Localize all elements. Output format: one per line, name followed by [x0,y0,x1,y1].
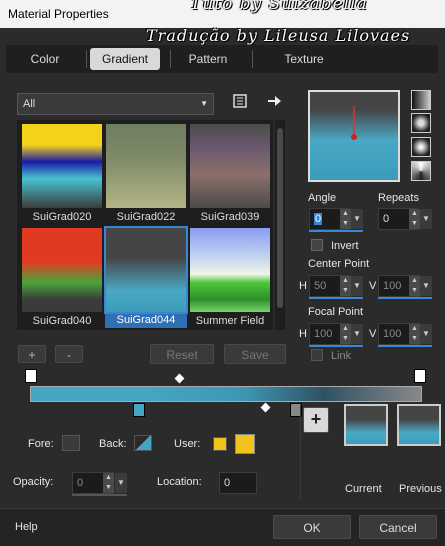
gradient-thumb-suigrad039[interactable] [190,124,270,208]
tab-color[interactable]: Color [14,48,76,70]
center-v-dropdown-icon[interactable]: ▼ [420,276,432,296]
gradient-stop-top-right[interactable] [414,369,426,383]
gradient-label: Summer Field [195,315,265,327]
center-v-label: V [369,280,377,292]
focal-h-slider[interactable] [309,345,363,347]
remove-button[interactable]: - [55,345,83,363]
opacity-stepper[interactable]: ▲ ▼ [103,473,114,493]
tab-separator [170,50,171,68]
opacity-label: Opacity: [13,476,54,488]
focal-v-slider[interactable] [378,345,432,347]
gradient-label-selected: SuiGrad044 [105,314,187,328]
center-h-stepper[interactable]: ▲ ▼ [340,276,351,296]
focal-v-stepper[interactable]: ▲ ▼ [409,324,420,344]
center-h-label: H [299,280,307,292]
ok-button[interactable]: OK [273,515,351,539]
gradient-label: SuiGrad022 [116,211,176,223]
focal-point-label: Focal Point [308,306,364,318]
link-checkbox[interactable] [311,349,323,361]
angle-dropdown-icon[interactable]: ▼ [351,209,363,229]
repeats-stepper[interactable]: ▲ ▼ [409,209,420,229]
watermark-line-2: Tradução by Lileusa Lilovaes [146,26,411,45]
center-point-label: Center Point [308,258,370,270]
previous-preview[interactable] [397,404,441,446]
tab-separator [86,50,87,68]
watermark-line-1: Tuto by Suizabella [190,0,368,14]
focal-h-stepper[interactable]: ▲ ▼ [340,324,351,344]
gradient-stop-top-left[interactable] [25,369,37,383]
rectangular-style-icon[interactable] [411,113,431,133]
transparency-midpoint[interactable] [174,373,185,384]
gradient-label: SuiGrad039 [200,211,260,223]
add-button[interactable]: + [18,345,46,363]
link-label: Link [331,350,352,362]
center-h-dropdown-icon[interactable]: ▼ [351,276,363,296]
current-label: Current [345,483,382,495]
gradient-thumb-suigrad022[interactable] [106,124,186,208]
gradient-thumb-suigrad020[interactable] [22,124,102,208]
scrollbar-thumb[interactable] [277,128,283,308]
location-label: Location: [157,476,202,488]
category-dropdown[interactable]: All ▼ [17,93,214,115]
direction-needle-icon[interactable] [310,92,398,180]
center-v-stepper[interactable]: ▲ ▼ [409,276,420,296]
book-icon[interactable] [232,93,248,111]
angle-value: 0 [314,213,323,225]
gradient-editor-bar[interactable] [30,386,422,402]
fore-label: Fore: [28,438,54,450]
gradient-thumb-summer-field[interactable] [190,228,270,312]
opacity-dropdown-icon[interactable]: ▼ [115,473,127,493]
invert-checkbox[interactable] [311,239,323,251]
back-swatch[interactable] [134,435,152,451]
opacity-slider[interactable] [72,494,127,496]
tab-texture[interactable]: Texture [270,48,338,70]
gradient-stop-bottom-blue[interactable] [133,403,145,417]
previous-label: Previous [399,483,442,495]
gradient-thumb-suigrad040[interactable] [22,228,102,312]
center-v-slider[interactable] [378,297,432,299]
gradient-preview[interactable] [308,90,400,182]
current-preview[interactable] [344,404,388,446]
focal-h-dropdown-icon[interactable]: ▼ [351,324,363,344]
tab-pattern[interactable]: Pattern [174,48,242,70]
focal-h-label: H [299,328,307,340]
invert-label: Invert [331,240,359,252]
tab-bar: Color Gradient Pattern Texture [6,45,438,73]
gradient-label: SuiGrad020 [32,211,92,223]
category-value: All [23,98,36,110]
divider [300,405,301,500]
help-link[interactable]: Help [15,521,38,533]
save-button[interactable]: Save [224,344,286,364]
gradient-thumb-suigrad044[interactable] [104,226,188,314]
radial-style-icon[interactable] [411,137,431,157]
linear-style-icon[interactable] [411,90,431,110]
user-color-large[interactable] [235,434,255,454]
location-input[interactable]: 0 [219,472,257,494]
focal-v-label: V [369,328,377,340]
window-title: Material Properties [8,7,109,21]
repeats-dropdown-icon[interactable]: ▼ [420,209,432,229]
chevron-down-icon: ▼ [200,99,208,108]
add-swatch-button[interactable]: + [303,407,329,433]
gradient-label: SuiGrad040 [32,315,92,327]
reset-button[interactable]: Reset [150,344,214,364]
tab-gradient[interactable]: Gradient [90,48,160,70]
angle-slider[interactable] [309,230,363,232]
color-midpoint[interactable] [260,402,271,413]
arrow-right-icon[interactable] [266,93,282,111]
back-label: Back: [99,438,127,450]
user-color-small[interactable] [213,437,227,451]
tab-separator [252,50,253,68]
grid-scrollbar[interactable] [275,120,285,330]
fore-swatch[interactable] [62,435,80,451]
cancel-button[interactable]: Cancel [359,515,437,539]
repeats-label: Repeats [378,192,419,204]
angle-stepper[interactable]: ▲ ▼ [340,209,351,229]
sunburst-style-icon[interactable] [411,161,431,181]
user-label: User: [174,438,201,450]
center-h-slider[interactable] [309,297,363,299]
angle-label: Angle [308,192,337,204]
focal-v-dropdown-icon[interactable]: ▼ [420,324,432,344]
